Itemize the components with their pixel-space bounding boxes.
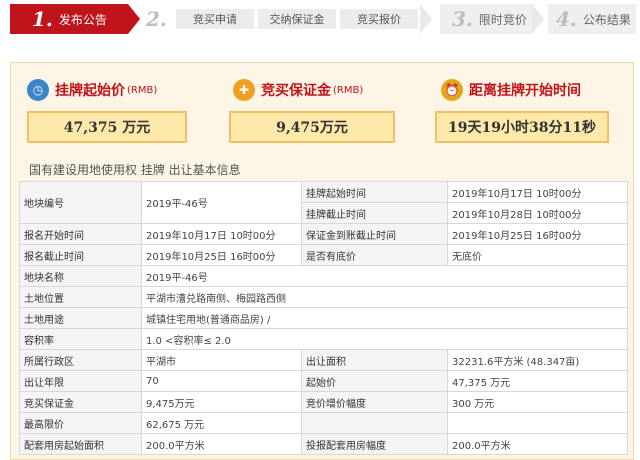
table-row: 容积率 1.0 <容积率≤ 2.0 [19,328,628,350]
substep-pay-deposit[interactable]: 交纳保证金 [258,9,336,29]
table-value: 1.0 <容积率≤ 2.0 [141,328,628,350]
hand-coins-icon: ✚ [233,79,255,101]
table-value: 2019年10月28日 10时00分 [447,202,628,224]
table-value: 9,475万元 [141,391,302,413]
table-value: 300 万元 [447,391,628,413]
chevron-right-icon [420,4,432,34]
land-info-table: 地块编号 2019平-46号 挂牌起始时间 2019年10月17日 10时00分… [19,181,628,455]
table-value: 62,675 万元 [141,412,302,434]
table-row: 土地用途 城镇住宅用地(普通商品房) / [19,307,628,329]
table-key [301,412,448,434]
start-price-header: ◷ 挂牌起始价 (RMB) [27,75,157,105]
table-key: 保证金到账截止时间 [301,223,448,245]
table-key: 挂牌起始时间 [301,181,448,203]
alarm-clock-icon: ⏰ [441,79,463,101]
table-row: 土地位置 平湖市漕兑路南侧、梅园路西侧 [19,286,628,308]
start-price-unit: (RMB) [127,84,158,96]
listing-info-panel: ◷ 挂牌起始价 (RMB) 47,375 万元 ✚ 竞买保证金 (RMB) 9,… [10,62,634,460]
table-key: 最高限价 [19,412,142,434]
start-price-title: 挂牌起始价 [55,83,125,99]
step-label: 限时竞价 [478,12,527,27]
table-row: 报名开始时间 2019年10月17日 10时00分 保证金到账截止时间 2019… [19,223,628,245]
table-value: 2019年10月17日 10时00分 [447,181,628,203]
step-number: 4. [556,7,577,31]
table-value: 2019年10月17日 10时00分 [141,223,302,245]
table-key: 土地用途 [19,307,142,329]
table-value: 城镇住宅用地(普通商品房) / [141,307,628,329]
table-row: 地块编号 2019平-46号 挂牌起始时间 2019年10月17日 10时00分 [19,181,628,224]
table-key: 地块编号 [19,181,142,224]
step-number: 2. [146,7,167,31]
section-title: 国有建设用地使用权 挂牌 出让基本信息 [29,163,241,177]
table-key: 报名截止时间 [19,244,142,266]
progress-steps: 1. 发布公告 2. 竞买申请 交纳保证金 竞买报价 3. 限时竞价 4. 公布… [0,0,640,40]
table-row: 出让年限 70 起始价 47,375 万元 [19,370,628,392]
table-value: 平湖市 [141,349,302,371]
deposit-value: 9,475万元 [229,111,395,143]
table-row: 竞买保证金 9,475万元 竞价增价幅度 300 万元 [19,391,628,413]
countdown-title: 距离挂牌开始时间 [469,83,581,99]
table-key: 起始价 [301,370,448,392]
table-value: 2019平-46号 [141,265,628,287]
table-key: 投报配套用房幅度 [301,433,448,455]
table-key: 地块名称 [19,265,142,287]
table-row: 地块名称 2019平-46号 [19,265,628,287]
step-bidding-group: 2. [146,4,173,34]
table-row: 所属行政区 平湖市 出让面积 32231.6平方米 (48.347亩) [19,349,628,371]
table-row: 最高限价 62,675 万元 [19,412,628,434]
table-value: 32231.6平方米 (48.347亩) [447,349,628,371]
table-value [447,412,628,434]
step-label: 公布结果 [582,12,631,27]
table-row: 报名截止时间 2019年10月25日 16时00分 是否有底价 无底价 [19,244,628,266]
step-publish-announcement[interactable]: 1. 发布公告 [10,4,140,34]
table-value: 2019年10月25日 16时00分 [141,244,302,266]
chevron-right-icon [532,4,544,34]
table-key: 挂牌截止时间 [301,202,448,224]
substep-bid-quote[interactable]: 竞买报价 [340,9,418,29]
deposit-header: ✚ 竞买保证金 (RMB) [233,75,363,105]
table-key: 是否有底价 [301,244,448,266]
table-value: 70 [141,370,302,392]
table-value: 200.0平方米 [447,433,628,455]
table-key: 报名开始时间 [19,223,142,245]
countdown-header: ⏰ 距离挂牌开始时间 [441,75,581,105]
substep-bid-application[interactable]: 竞买申请 [176,9,254,29]
stopwatch-icon: ◷ [27,79,49,101]
table-value: 2019平-46号 [141,181,302,224]
start-price-value: 47,375 万元 [27,111,187,143]
step-publish-result[interactable]: 4. 公布结果 [556,4,631,34]
countdown-value: 19天19小时38分11秒 [435,111,609,143]
step-number: 1. [32,7,53,31]
step-number: 3. [452,7,473,31]
step-label: 发布公告 [58,12,107,27]
table-key: 容积率 [19,328,142,350]
step-timed-bidding[interactable]: 3. 限时竞价 [452,4,527,34]
table-value: 200.0平方米 [141,433,302,455]
deposit-title: 竞买保证金 [261,83,331,99]
table-value: 无底价 [447,244,628,266]
table-value: 平湖市漕兑路南侧、梅园路西侧 [141,286,628,308]
table-key: 出让年限 [19,370,142,392]
table-key: 所属行政区 [19,349,142,371]
table-row: 配套用房起始面积 200.0平方米 投报配套用房幅度 200.0平方米 [19,433,628,455]
table-value: 47,375 万元 [447,370,628,392]
table-key: 出让面积 [301,349,448,371]
deposit-unit: (RMB) [333,84,364,96]
table-key: 竞买保证金 [19,391,142,413]
table-key: 配套用房起始面积 [19,433,142,455]
table-key: 竞价增价幅度 [301,391,448,413]
table-value: 2019年10月25日 16时00分 [447,223,628,245]
table-key: 土地位置 [19,286,142,308]
